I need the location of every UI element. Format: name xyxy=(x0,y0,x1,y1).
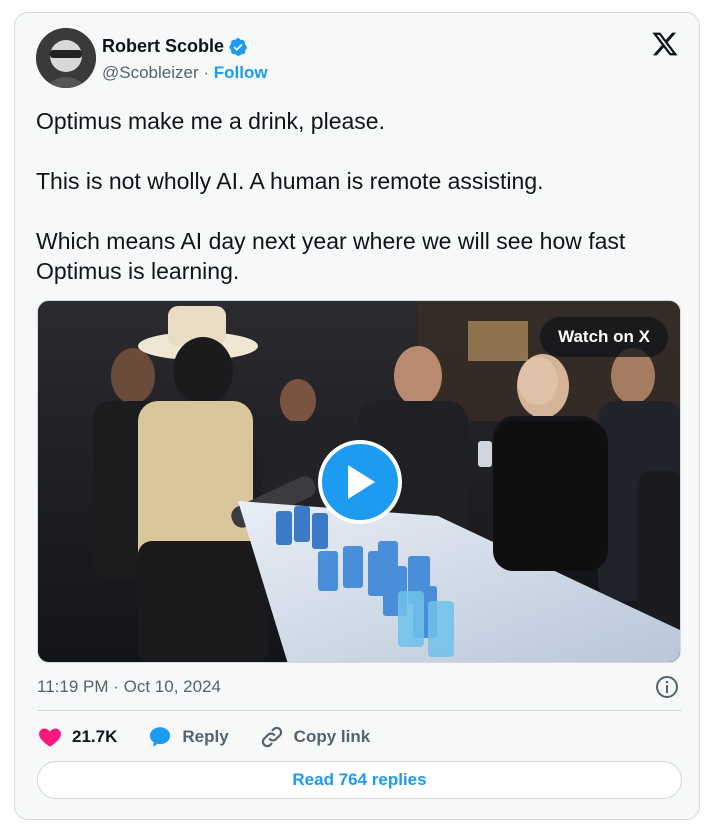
info-icon[interactable] xyxy=(655,675,679,699)
tweet-card: Robert Scoble @Scobleizer · Follow Optim… xyxy=(14,12,700,820)
divider xyxy=(37,710,682,711)
avatar[interactable] xyxy=(36,28,96,88)
author-display-name[interactable]: Robert Scoble xyxy=(102,36,224,57)
tweet-paragraph: Which means AI day next year where we wi… xyxy=(36,228,626,284)
copy-link-label: Copy link xyxy=(293,727,371,746)
x-logo-icon[interactable] xyxy=(650,30,680,58)
follow-link[interactable]: Follow xyxy=(214,63,268,82)
play-button[interactable] xyxy=(318,440,402,524)
avatar-image xyxy=(36,28,96,88)
verified-badge-icon xyxy=(229,37,248,56)
reply-label: Reply xyxy=(182,727,229,746)
author-name-row: Robert Scoble xyxy=(102,36,248,57)
action-bar: 21.7K Reply Copy link xyxy=(37,724,400,750)
author-handle-row: @Scobleizer · Follow xyxy=(102,63,268,83)
timestamp[interactable]: 11:19 PM · Oct 10, 2024 xyxy=(37,677,221,697)
heart-icon xyxy=(39,728,61,747)
read-replies-button[interactable]: Read 764 replies xyxy=(37,761,682,799)
play-icon xyxy=(348,465,375,499)
watch-on-x-button[interactable]: Watch on X xyxy=(540,317,668,357)
author-handle[interactable]: @Scobleizer xyxy=(102,63,199,82)
reply-bubble-icon xyxy=(150,727,171,747)
like-button[interactable]: 21.7K xyxy=(37,724,117,750)
like-count: 21.7K xyxy=(72,727,118,746)
reply-button[interactable]: Reply xyxy=(147,724,229,750)
tweet-text: Optimus make me a drink, please. This is… xyxy=(36,106,686,316)
tweet-paragraph: This is not wholly AI. A human is remote… xyxy=(36,168,544,194)
video-player[interactable]: Watch on X xyxy=(37,300,681,663)
copy-link-button[interactable]: Copy link xyxy=(259,724,371,750)
link-icon xyxy=(261,726,282,748)
separator-dot: · xyxy=(203,63,210,82)
tweet-paragraph: Optimus make me a drink, please. xyxy=(36,108,385,134)
